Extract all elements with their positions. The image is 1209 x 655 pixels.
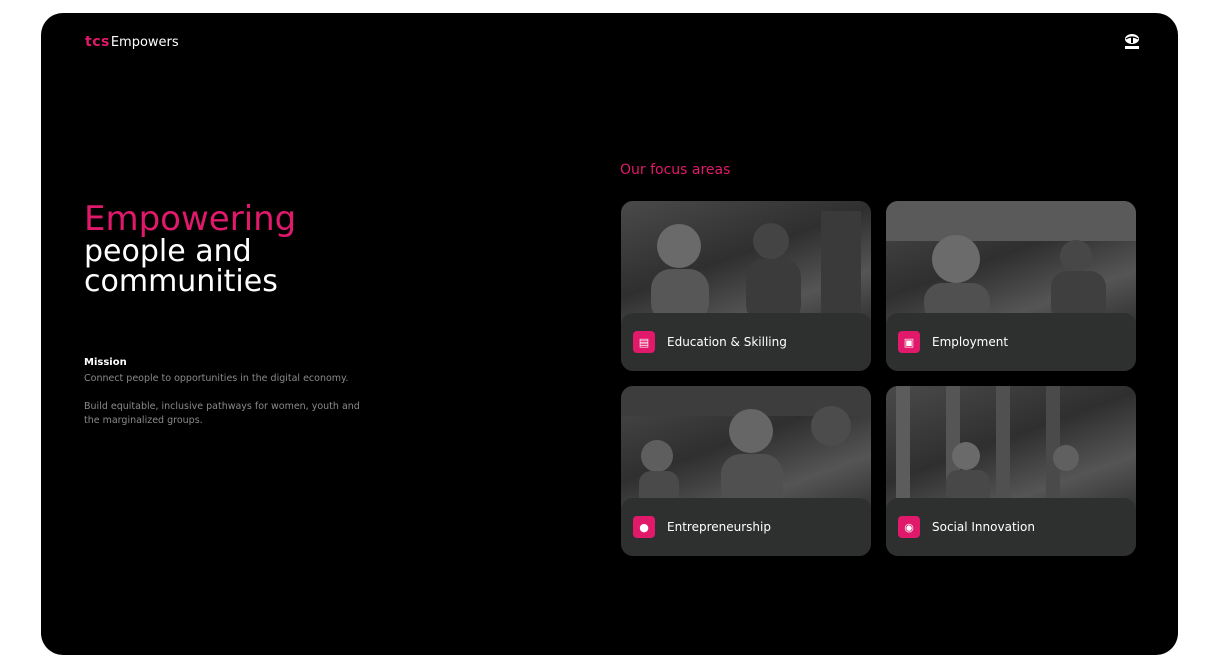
- mission-section: Mission Connect people to opportunities …: [84, 357, 364, 427]
- logo-prefix: tcs: [85, 34, 110, 50]
- briefcase-icon: ▣: [898, 331, 920, 353]
- mission-paragraph-2: Build equitable, inclusive pathways for …: [84, 400, 360, 426]
- focus-areas-title: Our focus areas: [620, 162, 731, 178]
- hero-heading: Empowering people and communities: [84, 202, 296, 298]
- book-icon: ▤: [633, 331, 655, 353]
- card-photo: [621, 201, 871, 323]
- focus-card-education[interactable]: ▤ Education & Skilling: [621, 201, 871, 371]
- hero-line-accent: Empowering: [84, 199, 297, 239]
- card-photo: [886, 201, 1136, 323]
- mission-title: Mission: [84, 357, 127, 368]
- card-label: Entrepreneurship: [667, 520, 771, 534]
- bulb-icon: ●: [633, 516, 655, 538]
- card-label: Employment: [932, 335, 1009, 349]
- tata-logo-icon[interactable]: [1121, 31, 1143, 53]
- people-icon: ◉: [898, 516, 920, 538]
- focus-card-social-innovation[interactable]: ◉ Social Innovation: [886, 386, 1136, 556]
- logo-name: Empowers: [110, 34, 179, 50]
- focus-card-employment[interactable]: ▣ Employment: [886, 201, 1136, 371]
- card-footer: ◉ Social Innovation: [886, 498, 1136, 556]
- card-photo: [886, 386, 1136, 508]
- card-label: Social Innovation: [932, 520, 1035, 534]
- card-photo: [621, 386, 871, 508]
- focus-areas-grid: ▤ Education & Skilling ▣ Employment ● En…: [621, 201, 1136, 556]
- mission-paragraph-1: Connect people to opportunities in the d…: [84, 373, 349, 384]
- card-footer: ▤ Education & Skilling: [621, 313, 871, 371]
- hero-line-3: communities: [84, 264, 278, 300]
- page-frame: tcs Empowers Empowering people and commu…: [41, 13, 1178, 655]
- focus-card-entrepreneurship[interactable]: ● Entrepreneurship: [621, 386, 871, 556]
- hero-line-2: people and: [84, 233, 252, 269]
- header-logo[interactable]: tcs Empowers: [85, 34, 179, 50]
- card-footer: ● Entrepreneurship: [621, 498, 871, 556]
- card-footer: ▣ Employment: [886, 313, 1136, 371]
- card-label: Education & Skilling: [667, 335, 787, 349]
